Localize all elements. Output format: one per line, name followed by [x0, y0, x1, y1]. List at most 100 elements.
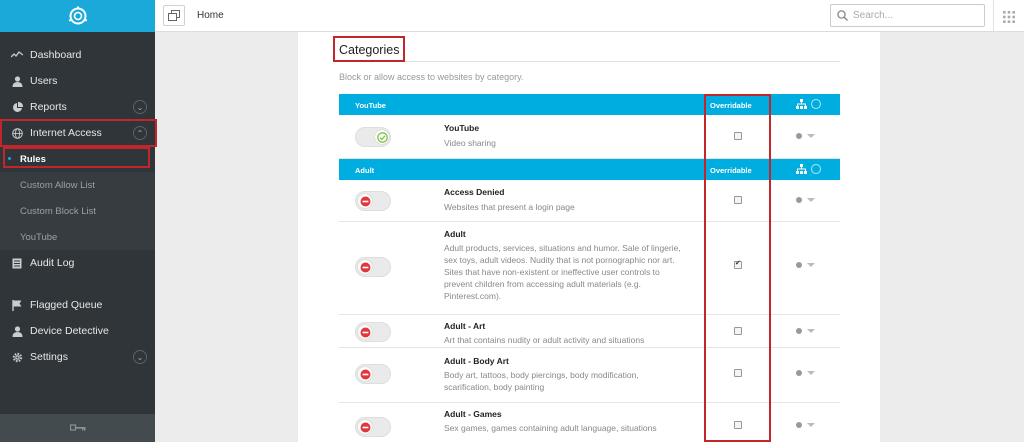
status-dot[interactable] — [796, 197, 802, 203]
sidebar-item-label: Reports — [30, 101, 67, 113]
gear-icon — [11, 351, 23, 363]
sidebar-item-settings[interactable]: Settings ⌄ — [0, 344, 155, 370]
windows-toggle-button[interactable] — [163, 5, 185, 26]
chevron-down-icon[interactable]: ⌄ — [133, 100, 147, 114]
category-title: Access Denied — [444, 187, 505, 197]
overridable-checkbox[interactable] — [734, 327, 742, 335]
toggle-knob — [358, 325, 372, 339]
sidebar-footer[interactable] — [0, 414, 155, 442]
search-input[interactable] — [853, 10, 973, 21]
caret-down-icon[interactable] — [807, 329, 815, 333]
grid-icon — [1003, 11, 1015, 23]
category-description: Art that contains nudity or adult activi… — [444, 335, 645, 345]
chevron-down-icon[interactable]: ⌄ — [133, 350, 147, 364]
status-dot[interactable] — [796, 422, 802, 428]
overridable-checkbox[interactable] — [734, 132, 742, 140]
caret-down-icon[interactable] — [807, 263, 815, 267]
status-dot[interactable] — [796, 370, 802, 376]
status-dot[interactable] — [796, 133, 802, 139]
category-description: Websites that present a login page — [444, 202, 575, 212]
status-dot[interactable] — [796, 328, 802, 334]
apps-grid-button[interactable] — [1003, 10, 1015, 28]
sidebar-item-label: Flagged Queue — [30, 299, 103, 311]
sidebar-item-reports[interactable]: Reports ⌄ — [0, 94, 155, 120]
caret-down-icon[interactable] — [807, 134, 815, 138]
check-circle-icon — [376, 131, 388, 143]
title-divider — [335, 61, 840, 62]
sidebar-nav: Dashboard Users Reports ⌄ Internet Acces… — [0, 32, 155, 370]
table-row: Access Denied Websites that present a lo… — [339, 180, 840, 222]
allow-block-toggle[interactable] — [355, 257, 391, 277]
overridable-checkbox[interactable] — [734, 196, 742, 204]
sidebar-item-label: Internet Access — [30, 127, 102, 139]
sidebar-subitem-custom-allow-list[interactable]: Custom Allow List — [0, 172, 155, 198]
brand-logo-icon — [68, 6, 87, 25]
sidebar-item-audit-log[interactable]: Audit Log — [0, 250, 155, 276]
toggle-knob — [358, 420, 372, 434]
overridable-checkbox[interactable] — [734, 259, 742, 269]
overridable-checkbox[interactable] — [734, 369, 742, 377]
table-row: Adult - Games Sex games, games containin… — [339, 403, 840, 442]
table-row: Adult - Art Art that contains nudity or … — [339, 315, 840, 348]
document-icon — [11, 257, 23, 269]
toggle-knob — [358, 260, 372, 274]
sidebar-subitem-custom-block-list[interactable]: Custom Block List — [0, 198, 155, 224]
topbar-divider — [993, 0, 994, 32]
category-description: Sex games, games containing adult langua… — [444, 423, 657, 433]
category-description: Video sharing — [444, 138, 496, 148]
block-icon — [360, 196, 370, 206]
table-row: YouTube Video sharing — [339, 115, 840, 159]
info-icon[interactable] — [811, 99, 821, 109]
sidebar-subitem-rules[interactable]: Rules — [0, 146, 155, 172]
allow-block-toggle[interactable] — [355, 191, 391, 211]
sidebar-item-flagged-queue[interactable]: Flagged Queue — [0, 292, 155, 318]
info-icon[interactable] — [811, 164, 821, 174]
category-title: Adult - Games — [444, 409, 502, 419]
sidebar-item-label: Dashboard — [30, 49, 82, 61]
toggle-knob — [375, 130, 389, 144]
caret-down-icon[interactable] — [807, 423, 815, 427]
pie-chart-icon — [11, 101, 23, 113]
sidebar-subitem-label: Rules — [20, 153, 46, 165]
category-title: Adult - Body Art — [444, 356, 509, 366]
allow-block-toggle[interactable] — [355, 364, 391, 384]
globe-icon — [11, 127, 23, 139]
caret-down-icon[interactable] — [807, 371, 815, 375]
allow-block-toggle[interactable] — [355, 417, 391, 437]
block-icon — [360, 422, 370, 432]
search-box[interactable] — [830, 4, 985, 27]
category-title: Adult — [444, 229, 466, 239]
allow-block-toggle[interactable] — [355, 127, 391, 147]
caret-down-icon[interactable] — [807, 198, 815, 202]
status-dot[interactable] — [796, 262, 802, 268]
table-row: Adult - Body Art Body art, tattoos, body… — [339, 348, 840, 403]
pulse-icon — [11, 49, 23, 61]
category-title: YouTube — [444, 123, 480, 133]
allow-block-toggle[interactable] — [355, 322, 391, 342]
key-icon — [69, 424, 85, 431]
group-name: Adult — [355, 166, 375, 175]
user-icon — [11, 325, 23, 337]
sidebar-item-dashboard[interactable]: Dashboard — [0, 42, 155, 68]
sidebar-item-internet-access[interactable]: Internet Access ⌃ — [0, 120, 155, 146]
sidebar-item-device-detective[interactable]: Device Detective — [0, 318, 155, 344]
category-description: Body art, tattoos, body piercings, body … — [444, 370, 639, 392]
overridable-checkbox[interactable] — [734, 421, 742, 429]
sidebar-subitem-youtube[interactable]: YouTube — [0, 224, 155, 250]
search-icon — [837, 10, 848, 21]
table-row: Adult Adult products, services, situatio… — [339, 222, 840, 315]
logo-bar[interactable] — [0, 0, 155, 32]
top-bar: Home — [155, 0, 1024, 32]
block-icon — [360, 327, 370, 337]
overridable-column-label: Overridable — [710, 101, 752, 110]
sidebar: Dashboard Users Reports ⌄ Internet Acces… — [0, 0, 155, 442]
copy-windows-icon — [168, 10, 180, 21]
hierarchy-icon[interactable] — [796, 164, 807, 176]
chevron-up-icon[interactable]: ⌃ — [133, 126, 147, 140]
sidebar-item-users[interactable]: Users — [0, 68, 155, 94]
breadcrumb[interactable]: Home — [197, 10, 224, 21]
hierarchy-icon[interactable] — [796, 99, 807, 111]
block-icon — [360, 369, 370, 379]
flag-icon — [11, 299, 23, 311]
sidebar-item-label: Device Detective — [30, 325, 109, 337]
